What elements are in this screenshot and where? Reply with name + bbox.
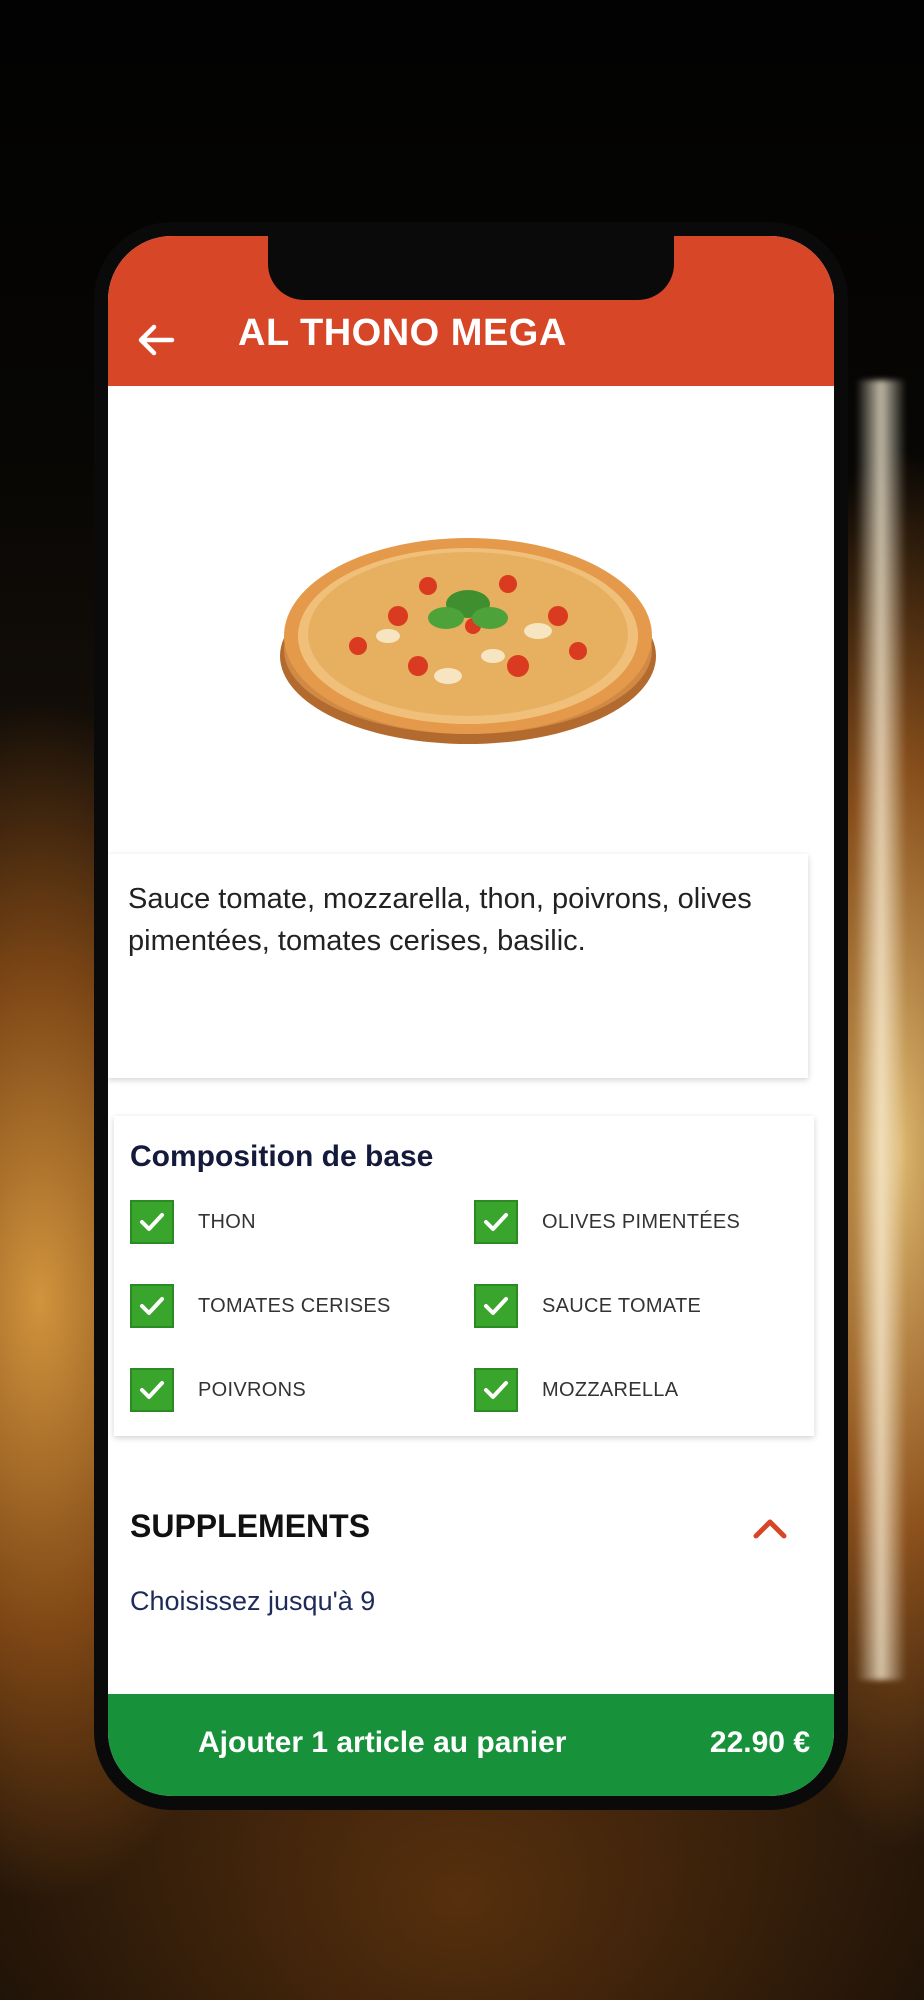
phone-screen: AL THONO MEGA Sauce tomate, mozzarella, … [108,236,834,1796]
page-title: AL THONO MEGA [238,312,567,354]
product-description: Sauce tomate, mozzarella, thon, poivrons… [128,883,752,957]
cart-price: 22.90 € [709,1726,810,1759]
product-image-area [108,386,834,846]
phone-notch [268,236,674,300]
supplements-title: SUPPLEMENTS [130,1508,371,1544]
checkbox-checked-icon[interactable] [474,1284,518,1328]
chevron-up-icon[interactable] [748,1506,792,1550]
composition-title: Composition de base [130,1140,434,1173]
checkbox-checked-icon[interactable] [130,1200,174,1244]
ingredient-label: POIVRONS [198,1378,306,1401]
ingredient-sauce-tomate[interactable]: SAUCE TOMATE [474,1282,701,1330]
ingredient-label: OLIVES PIMENTÉES [542,1210,741,1233]
arrow-left-icon[interactable] [132,316,180,364]
checkbox-checked-icon[interactable] [130,1284,174,1328]
description-card: Sauce tomate, mozzarella, thon, poivrons… [108,854,808,1078]
checkbox-checked-icon[interactable] [130,1368,174,1412]
checkbox-checked-icon[interactable] [474,1200,518,1244]
checkbox-checked-icon[interactable] [474,1368,518,1412]
composition-card: Composition de base THON OLIVES PIMENTÉE… [114,1116,814,1436]
supplements-subtitle: Choisissez jusqu'à 9 [130,1586,376,1616]
ingredient-label: THON [198,1210,256,1233]
pizza-image [280,538,656,744]
ingredient-tomates-cerises[interactable]: TOMATES CERISES [130,1282,391,1330]
cheese-pull-decoration [856,380,906,1680]
add-to-cart-button[interactable]: Ajouter 1 article au panier 22.90 € [108,1694,834,1796]
ingredient-label: MOZZARELLA [542,1378,679,1401]
ingredient-label: SAUCE TOMATE [542,1294,702,1317]
add-to-cart-label: Ajouter 1 article au panier [198,1726,567,1759]
ingredient-thon[interactable]: THON [130,1198,256,1246]
ingredient-label: TOMATES CERISES [198,1294,391,1317]
ingredient-mozzarella[interactable]: MOZZARELLA [474,1366,678,1414]
phone-frame: AL THONO MEGA Sauce tomate, mozzarella, … [94,222,848,1810]
ingredient-olives-pimentees[interactable]: OLIVES PIMENTÉES [474,1198,740,1246]
ingredient-poivrons[interactable]: POIVRONS [130,1366,306,1414]
